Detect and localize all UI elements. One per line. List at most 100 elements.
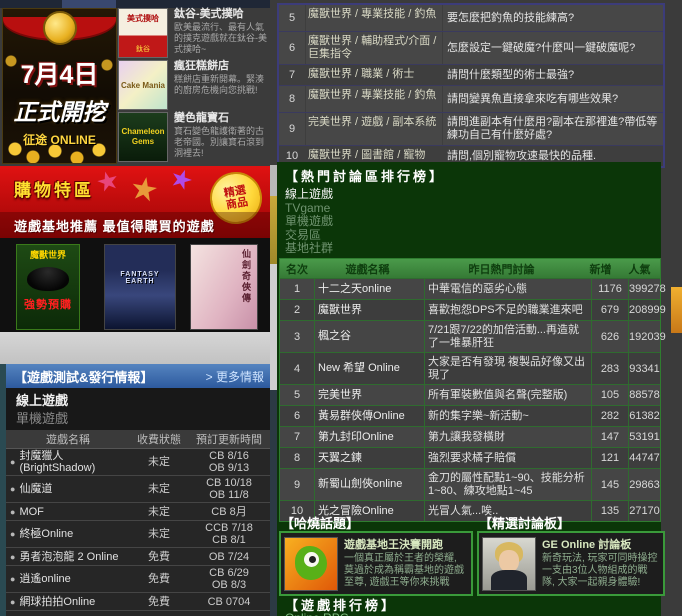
featured-board-box[interactable]: GE Online 討論板 新奇玩法, 玩家可同時操控一支由3位人物組成的戰隊,… (477, 531, 665, 596)
question-row: 6 魔獸世界 / 輔助程式/介面 / 巨集指令 怎麼設定一鍵破魔?什麼叫一鍵破魔… (279, 32, 663, 65)
star-icon: ★ (166, 166, 197, 195)
table-row: ● MOF 未定 CB 8月 (6, 503, 270, 521)
game-link[interactable]: 第九封印Online (314, 427, 424, 447)
ranking-row: 6 黃易群俠傳Online 新的集字樂~新活動~ 282 61382 (280, 405, 660, 426)
category-link-trade[interactable]: 交易區 (285, 229, 333, 243)
product-fantasy-earth-box[interactable]: FANTASY EARTH (104, 244, 176, 330)
zhengtu-online-banner-ad[interactable]: 7月4日 正式開挖 征途 ONLINE (2, 8, 117, 164)
game-link[interactable]: 完美世界 (314, 385, 424, 405)
board-link[interactable]: 魔獸世界 / 專業技能 / 釣魚 (305, 5, 442, 31)
topic-link[interactable]: 喜歡抱怨DPS不足的職業進來吧 (424, 300, 591, 320)
game-link[interactable]: 魔獸世界 (314, 300, 424, 320)
game-name-cell[interactable]: ● S4 Online (6, 611, 130, 616)
category-link-community[interactable]: 基地社群 (285, 242, 333, 256)
game-name-cell[interactable]: ● MOF (6, 503, 130, 520)
category-link-tvgame[interactable]: TVgame (285, 202, 333, 216)
board-link[interactable]: 完美世界 / 遊戲 / 副本系統 (305, 113, 442, 145)
question-link[interactable]: 怎麼設定一鍵破魔?什麼叫一鍵破魔呢? (442, 32, 663, 64)
ad-item-cake-shop[interactable]: Cake Mania 瘋狂糕餅店 糕餅店重新開幕。緊湊的廚房危機向您挑戰! (118, 60, 270, 110)
hot-discussion-ranking-table: 名次 遊戲名稱 昨日熱門討論 新增 人氣 1 十二之天online 中華電信的惡… (279, 258, 661, 522)
game-ranking-link-online-rpg[interactable]: Online RPG (285, 611, 349, 616)
game-name-cell[interactable]: ● 網球拍拍Online (6, 593, 130, 610)
game-name-cell[interactable]: ● 逍遙online (6, 566, 130, 592)
topic-link[interactable]: 中華電信的惡劣心態 (424, 279, 591, 299)
board-link[interactable]: 魔獸世界 / 職業 / 術士 (305, 65, 442, 85)
hot-topic-title-link[interactable]: 遊戲基地王決賽開跑 (344, 539, 468, 552)
game-link[interactable]: 十二之天online (314, 279, 424, 299)
game-link[interactable]: New 希望 Online (314, 353, 424, 384)
category-link-pc-games[interactable]: 單機遊戲 (285, 215, 333, 229)
rank-number: 4 (280, 353, 314, 384)
testinfo-table-header: 遊戲名稱 收費狀態 預訂更新時間 (6, 430, 270, 449)
new-count: 121 (591, 448, 628, 468)
topic-link[interactable]: 金刀的屬性配點1~90、技能分析1~80、練攻地點1~45 (424, 469, 591, 500)
question-row: 8 魔獸世界 / 專業技能 / 釣魚 請問變異魚直接拿來吃有哪些效果? (279, 86, 663, 113)
question-link[interactable]: 請問進副本有什麼用?副本在那裡進?帶低等練功自己有什麼好處? (442, 113, 663, 145)
topic-link[interactable]: 7/21跟7/22的加倍活動...再造就了一堆暴肝狂 (424, 321, 591, 352)
testinfo-tab-online-games[interactable]: 線上遊戲 (16, 390, 68, 409)
update-time: CCB 7/18 (205, 522, 253, 534)
board-link[interactable]: 魔獸世界 / 專業技能 / 釣魚 (305, 86, 442, 112)
question-link[interactable]: 請問變異魚直接拿來吃有哪些效果? (442, 86, 663, 112)
hot-topic-box[interactable]: 遊戲基地王決賽開跑 一個真正屬於王者的榮耀, 莫過於成為稱霸基地的遊戲至尊, 遊… (279, 531, 473, 596)
game-link[interactable]: 黃易群俠傳Online (314, 406, 424, 426)
board-link[interactable]: 魔獸世界 / 輔助程式/介面 / 巨集指令 (305, 32, 442, 64)
ranking-row: 7 第九封印Online 第九讓我發橫財 147 53191 (280, 426, 660, 447)
testinfo-header-bar: 【遊戲測試&發行情報】 > 更多情報 (6, 364, 270, 388)
topic-link[interactable]: 第九讓我發橫財 (424, 427, 591, 447)
gutter-sliver (270, 264, 277, 390)
col-game: 遊戲名稱 (314, 259, 421, 278)
shopping-zone-banner[interactable]: 購物特區 ★ ★ ★ 精選 商品 遊戲基地推薦 最值得購買的遊戲 (0, 166, 270, 238)
fee-status: 免費 (148, 573, 170, 585)
gamebase-portal-page: 7月4日 正式開挖 征途 ONLINE 美式撲哈 鈦谷 鈦谷-美式撲哈 歐美最流… (0, 0, 682, 616)
ad-body: 寶石變色龍護衛著的古老帝國。別讓寶石滾到洞裡去! (174, 126, 270, 159)
question-row: 5 魔獸世界 / 專業技能 / 釣魚 要怎麼把釣魚的技能練高? (279, 5, 663, 32)
bullet-icon: ● (10, 597, 15, 607)
ad-item-poker[interactable]: 美式撲哈 鈦谷 鈦谷-美式撲哈 歐美最流行、最有人氣的撲克遊戲就在鈦谷-美式撲哈… (118, 8, 270, 58)
popularity-count: 399278 (628, 279, 666, 299)
ad-title[interactable]: 鈦谷-美式撲哈 (174, 8, 270, 21)
cap-merchandise-icon (27, 267, 69, 291)
game-name-cell[interactable]: ● 封魔獵人(BrightShadow) (6, 449, 130, 475)
rank-number: 8 (280, 448, 314, 468)
col-fee-status: 收費狀態 (130, 430, 188, 448)
product-xianjian-box[interactable]: 仙劍奇俠傳 (190, 244, 258, 330)
featured-board-title-link[interactable]: GE Online 討論板 (542, 539, 660, 552)
topic-link[interactable]: 所有軍裝數值與名聲(完整版) (424, 385, 591, 405)
testinfo-tab-pc-games[interactable]: 單機遊戲 (16, 408, 68, 427)
topic-link[interactable]: 大家是否有發現 複製品好像又出現了 (424, 353, 591, 384)
game-name-cell[interactable]: ● 勇者泡泡龍 2 Online (6, 548, 130, 565)
topic-link[interactable]: 新的集字樂~新活動~ (424, 406, 591, 426)
ad-item-chameleon-gems[interactable]: Chameleon Gems 變色龍寶石 寶石變色龍護衛著的古老帝國。別讓寶石滾… (118, 112, 270, 162)
game-name-cell[interactable]: ● 終極Online (6, 521, 130, 547)
game-link[interactable]: 楓之谷 (314, 321, 424, 352)
game-name-cell[interactable]: ● 仙魔道 (6, 476, 130, 502)
product-label: 魔獸世界 (17, 248, 79, 261)
top-cutoff-strip (0, 0, 270, 8)
question-link[interactable]: 請問什麼類型的術士最強? (442, 65, 663, 85)
gems-game-thumbnail[interactable]: Chameleon Gems (118, 112, 168, 162)
ranking-table-header: 名次 遊戲名稱 昨日熱門討論 新增 人氣 (280, 259, 660, 278)
more-info-link[interactable]: > 更多情報 (206, 368, 264, 385)
hot-discussion-section-title: 【熱門討論區排行榜】 (285, 166, 445, 185)
poker-thumb-brand: 鈦谷 (119, 44, 167, 54)
cake-game-thumbnail[interactable]: Cake Mania (118, 60, 168, 110)
topic-link[interactable]: 強烈要求橘子賠償 (424, 448, 591, 468)
ad-launch-date: 7月4日 (3, 55, 116, 91)
bullet-icon: ● (10, 574, 15, 584)
poker-thumb-title: 美式撲哈 (119, 13, 167, 24)
game-link[interactable]: 天翼之鍊 (314, 448, 424, 468)
poker-game-thumbnail[interactable]: 美式撲哈 鈦谷 (118, 8, 168, 58)
rank-number: 3 (280, 321, 314, 352)
ad-title[interactable]: 變色龍寶石 (174, 112, 270, 125)
product-label: FANTASY EARTH (105, 271, 175, 285)
category-link-online-games[interactable]: 線上遊戲 (285, 188, 333, 202)
ranking-row: 9 新蜀山劍俠online 金刀的屬性配點1~90、技能分析1~80、練攻地點1… (280, 468, 660, 500)
ad-title[interactable]: 瘋狂糕餅店 (174, 60, 270, 73)
col-update-time: 預訂更新時間 (188, 430, 270, 448)
product-wow-box[interactable]: 魔獸世界 強勢預購 (16, 244, 80, 330)
col-game-name: 遊戲名稱 (6, 430, 130, 448)
game-link[interactable]: 新蜀山劍俠online (314, 469, 424, 500)
question-link[interactable]: 要怎麼把釣魚的技能練高? (442, 5, 663, 31)
rank-number: 7 (280, 427, 314, 447)
